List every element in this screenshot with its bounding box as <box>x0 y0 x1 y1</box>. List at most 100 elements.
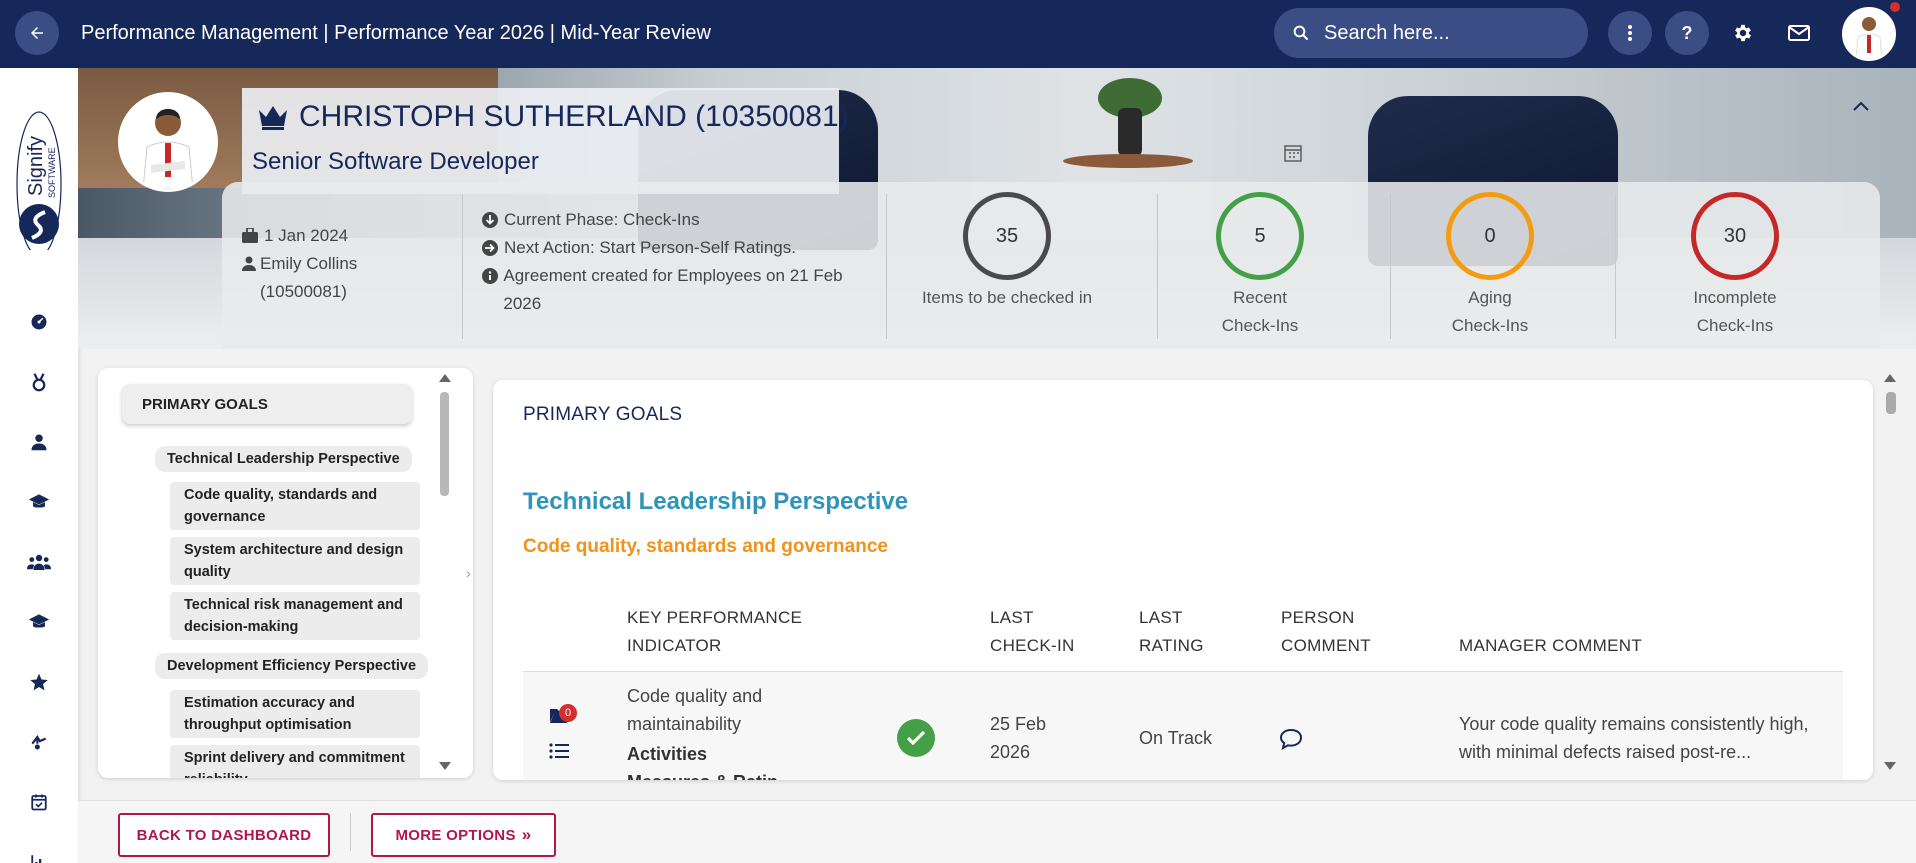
scroll-up-icon <box>1884 374 1896 382</box>
chevron-right-icon[interactable]: › <box>466 565 471 581</box>
mail-icon <box>1788 25 1810 41</box>
sidebar-item-team[interactable] <box>27 550 51 574</box>
phase-row: Current Phase: Check-Ins <box>482 206 872 234</box>
chevron-up-icon[interactable] <box>1852 100 1870 112</box>
divider <box>462 194 463 339</box>
graduation-cap-icon <box>28 494 50 508</box>
sidebar: Signify SOFTWARE <box>0 68 78 863</box>
sidebar-item-favorites[interactable] <box>27 670 51 694</box>
more-vert-icon <box>1628 25 1632 41</box>
sidebar-item-learning[interactable] <box>27 490 51 514</box>
agreement-row: Agreement created for Employees on 21 Fe… <box>482 262 872 318</box>
main-scroll-thumb[interactable] <box>1886 392 1896 414</box>
arrow-left-icon <box>31 27 43 39</box>
messages-button[interactable] <box>1786 20 1812 46</box>
main-scrollbar[interactable] <box>1882 368 1898 778</box>
org-chart-icon <box>31 735 47 750</box>
sidebar-item-courses[interactable] <box>27 610 51 634</box>
search-icon <box>1293 25 1308 40</box>
stat-incomplete-check-ins[interactable]: 30 Incomplete Check-Ins <box>1645 192 1825 340</box>
profile-name-card: CHRISTOPH SUTHERLAND (10350081) Senior S… <box>242 88 849 194</box>
sidebar-item-dashboard[interactable] <box>27 310 51 334</box>
nav-item-technical-risk[interactable]: Technical risk management and decision-m… <box>170 592 420 640</box>
settings-button[interactable] <box>1730 20 1756 46</box>
more-options-label: MORE OPTIONS <box>395 826 516 844</box>
sidebar-item-hierarchy[interactable] <box>27 730 51 754</box>
stat-recent-check-ins[interactable]: 5 Recent Check-Ins <box>1170 192 1350 340</box>
kpi-group-heading: Code quality, standards and governance <box>523 536 888 557</box>
nav-item-code-quality[interactable]: Code quality, standards and governance <box>170 482 420 530</box>
nav-item-sprint-delivery[interactable]: Sprint delivery and commitment reliabili… <box>170 745 420 778</box>
nav-item-estimation[interactable]: Estimation accuracy and throughput optim… <box>170 690 420 738</box>
nav-group-technical-leadership[interactable]: Technical Leadership Perspective <box>155 446 412 472</box>
nav-header-primary-goals[interactable]: PRIMARY GOALS <box>122 384 412 424</box>
search-input[interactable]: Search here... <box>1274 8 1588 58</box>
gear-icon <box>1735 24 1751 42</box>
divider <box>1390 194 1391 339</box>
stat-ring: 30 <box>1691 192 1779 280</box>
person-icon <box>31 434 47 451</box>
help-button[interactable]: ? <box>1665 11 1709 55</box>
back-to-dashboard-button[interactable]: BACK TO DASHBOARD <box>118 813 330 857</box>
attachment-count-badge: 0 <box>559 704 577 722</box>
scroll-down-icon <box>439 762 451 770</box>
nav-scroll-thumb[interactable] <box>440 392 449 496</box>
column-header-person-comment: PERSON COMMENT <box>1281 608 1371 655</box>
next-action-row: Next Action: Start Person-Self Ratings. <box>482 234 872 262</box>
footer-bar: BACK TO DASHBOARD MORE OPTIONS » <box>78 800 1916 863</box>
sidebar-item-profile[interactable] <box>27 430 51 454</box>
nav-group-development-efficiency[interactable]: Development Efficiency Perspective <box>155 653 429 679</box>
employment-info: 1 Jan 2024 Emily Collins (10500081) <box>242 222 402 306</box>
profile-photo <box>118 92 218 192</box>
more-options-button[interactable]: MORE OPTIONS » <box>371 813 556 857</box>
signify-logo: Signify SOFTWARE <box>16 111 62 250</box>
phase-info: Current Phase: Check-Ins Next Action: St… <box>482 206 872 318</box>
info-icon <box>482 268 498 284</box>
stats-panel: 1 Jan 2024 Emily Collins (10500081) Curr… <box>222 182 1880 349</box>
stat-label: Recent Check-Ins <box>1221 288 1299 335</box>
calendar-icon <box>1284 145 1302 162</box>
bar-chart-icon <box>31 855 42 863</box>
avatar-image <box>1844 9 1894 59</box>
list-icon[interactable] <box>549 742 569 760</box>
goals-detail-panel: PRIMARY GOALS Technical Leadership Persp… <box>493 380 1873 780</box>
stat-items-to-check-in[interactable]: 35 Items to be checked in <box>917 192 1097 312</box>
person-icon <box>242 256 256 271</box>
employee-name-text: CHRISTOPH SUTHERLAND (10350081) <box>299 100 849 133</box>
start-date-row: 1 Jan 2024 <box>242 222 402 250</box>
section-title: PRIMARY GOALS <box>523 404 683 425</box>
last-rating: On Track <box>1139 728 1213 748</box>
sidebar-item-reports[interactable] <box>27 850 51 863</box>
dashboard-icon <box>31 314 47 330</box>
scroll-up-icon <box>439 374 451 382</box>
star-icon <box>30 673 48 691</box>
stat-ring: 0 <box>1446 192 1534 280</box>
column-header-last-rating: LAST RATING <box>1139 608 1204 655</box>
kpi-activities-link[interactable]: Activities <box>627 740 707 768</box>
crown-icon <box>259 106 287 130</box>
back-button[interactable] <box>15 11 59 55</box>
briefcase-icon <box>242 228 258 243</box>
column-header-manager-comment: MANAGER COMMENT <box>1459 636 1642 655</box>
start-date: 1 Jan 2024 <box>264 226 349 245</box>
search-placeholder: Search here... <box>1324 21 1450 44</box>
medal-icon <box>32 373 46 392</box>
sidebar-item-calendar[interactable] <box>27 790 51 814</box>
arrow-circle-down-icon <box>482 212 498 228</box>
top-bar: Performance Management | Performance Yea… <box>0 0 1916 68</box>
stat-ring: 5 <box>1216 192 1304 280</box>
comment-icon[interactable] <box>1279 728 1303 750</box>
user-avatar[interactable] <box>1842 7 1896 61</box>
arrow-circle-right-icon <box>482 240 498 256</box>
sidebar-item-awards[interactable] <box>27 370 51 394</box>
stat-aging-check-ins[interactable]: 0 Aging Check-Ins <box>1400 192 1580 340</box>
profile-image <box>121 95 215 189</box>
double-chevron-right-icon: » <box>521 825 532 844</box>
banner-vase <box>1118 108 1142 156</box>
calendar-check-icon <box>31 794 47 811</box>
kpi-measures-link[interactable]: Measures & Ratin <box>627 768 778 780</box>
manager-name: Emily Collins (10500081) <box>260 254 358 301</box>
nav-item-system-architecture[interactable]: System architecture and design quality <box>170 537 420 585</box>
employee-name: CHRISTOPH SUTHERLAND (10350081) <box>257 100 849 134</box>
more-vert-button[interactable] <box>1608 11 1652 55</box>
